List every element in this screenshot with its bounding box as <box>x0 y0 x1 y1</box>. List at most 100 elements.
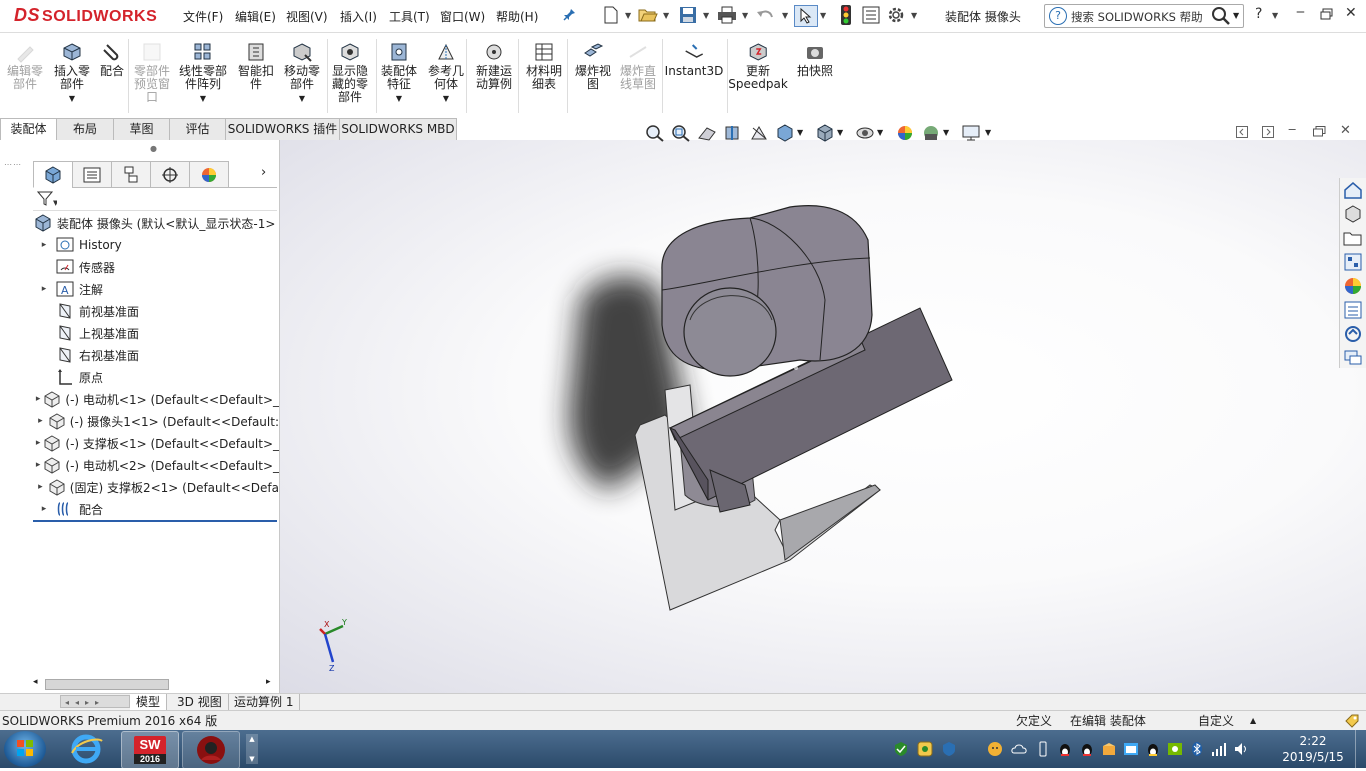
scroll-right-icon[interactable]: ▸ <box>266 677 271 687</box>
menu-window[interactable]: 窗口(W) <box>440 8 485 25</box>
cmd-snapshot-button[interactable]: 拍快照 <box>797 41 833 78</box>
cmd-component-preview-button[interactable]: 零部件 预览窗 口 <box>134 41 170 104</box>
tree-horizontal-scrollbar[interactable]: ◂ ▸ <box>33 677 277 691</box>
cmd-dropdown-icon[interactable]: ▼ <box>396 92 402 105</box>
expand-arrow-icon[interactable]: ▸ <box>33 460 43 470</box>
print-dropdown-icon[interactable]: ▼ <box>742 11 748 20</box>
help-search-input[interactable]: ? 搜索 SOLIDWORKS 帮助 ▼ <box>1044 4 1244 28</box>
show-desktop-button[interactable] <box>1355 730 1366 768</box>
cmd-show-hidden-button[interactable]: 显示隐 藏的零 部件 <box>332 41 368 104</box>
chat-tray-icon[interactable] <box>1145 741 1161 757</box>
undo-icon[interactable] <box>755 5 777 25</box>
menu-insert[interactable]: 插入(I) <box>340 8 377 25</box>
cmd-linear-pattern-button[interactable]: 线性零部 件阵列 ▼ <box>179 41 227 105</box>
cmd-dropdown-icon[interactable]: ▼ <box>69 92 75 105</box>
device-tray-icon[interactable] <box>1035 741 1051 757</box>
display-style-dropdown-icon[interactable]: ▼ <box>837 128 843 137</box>
rebuild-traffic-light-icon[interactable] <box>835 5 857 25</box>
graphics-area[interactable]: Y X Z <box>280 140 1366 693</box>
solidworks-logo[interactable]: DS SOLIDWORKS <box>14 5 157 26</box>
undo-dropdown-icon[interactable]: ▼ <box>782 11 788 20</box>
tree-item[interactable]: ▸ (-) 摄像头1<1> (Default<<Default: <box>33 410 279 432</box>
tab-model[interactable]: 模型 <box>130 694 168 710</box>
expand-arrow-icon[interactable]: ▸ <box>33 284 55 294</box>
save-dropdown-icon[interactable]: ▼ <box>703 11 709 20</box>
viewport-minimize-icon[interactable]: ‒ <box>1288 122 1296 137</box>
expand-arrow-icon[interactable]: ▸ <box>33 482 48 492</box>
view-orientation-dropdown-icon[interactable]: ▼ <box>797 128 803 137</box>
dynamic-annotation-icon[interactable] <box>749 124 769 145</box>
tree-item[interactable]: ▸ A 注解 <box>33 278 279 300</box>
save-icon[interactable] <box>677 5 699 25</box>
cmd-dropdown-icon[interactable]: ▼ <box>443 92 449 105</box>
options-gear-icon[interactable] <box>885 5 907 25</box>
system-clock[interactable]: 2:22 2019/5/15 <box>1278 733 1348 765</box>
expand-arrow-icon[interactable]: ▸ <box>33 394 43 404</box>
apply-scene-dropdown-icon[interactable]: ▼ <box>943 128 949 137</box>
menu-help[interactable]: 帮助(H) <box>496 8 538 25</box>
scroll-left-icon[interactable]: ◂ <box>33 677 38 687</box>
feature-manager-tab-icon[interactable] <box>33 161 73 188</box>
file-properties-icon[interactable] <box>860 5 882 25</box>
panel-tabs-scroll-right-icon[interactable]: › <box>261 165 266 180</box>
cmd-insert-component-button[interactable]: 插入零 部件 ▼ <box>54 41 90 105</box>
cmd-instant3d-button[interactable]: Instant3D <box>665 41 723 78</box>
apply-scene-icon[interactable] <box>921 124 941 145</box>
window-tray-icon[interactable] <box>1123 741 1139 757</box>
viewport-close-icon[interactable]: ✕ <box>1340 123 1351 138</box>
restore-icon[interactable] <box>1320 8 1333 20</box>
volume-tray-icon[interactable] <box>1233 741 1249 757</box>
security-shield-tray-icon[interactable] <box>893 741 909 757</box>
tab-3d-views[interactable]: 3D 视图 <box>171 694 229 710</box>
panel-collapse-dot-icon[interactable]: ● <box>150 144 157 153</box>
cmd-dropdown-icon[interactable]: ▼ <box>299 92 305 105</box>
expand-arrow-icon[interactable]: ▸ <box>33 416 48 426</box>
cmd-exploded-view-button[interactable]: 爆炸视 图 <box>575 41 611 91</box>
cmd-speedpak-button[interactable]: 更新 Speedpak <box>728 41 788 91</box>
network-shield-tray-icon[interactable] <box>941 741 957 757</box>
tree-item[interactable]: ▸ (-) 支撑板<1> (Default<<Default>_ <box>33 432 279 454</box>
view-settings-dropdown-icon[interactable]: ▼ <box>985 128 991 137</box>
help-menu-button[interactable]: ? <box>1255 6 1262 22</box>
cmd-reference-geometry-button[interactable]: 参考几 何体 ▼ <box>428 41 464 105</box>
tab-motion-study-1[interactable]: 运动算例 1 <box>228 694 301 710</box>
help-dropdown-icon[interactable]: ▼ <box>1272 11 1278 20</box>
taskbar-scroll-icon[interactable]: ▲ ▼ <box>246 734 258 764</box>
zoom-to-fit-icon[interactable] <box>645 124 665 145</box>
assembly-model[interactable] <box>280 140 1366 693</box>
open-dropdown-icon[interactable]: ▼ <box>663 11 669 20</box>
solidworks-forum-icon[interactable] <box>1343 324 1363 344</box>
new-dropdown-icon[interactable]: ▼ <box>625 11 631 20</box>
filter-funnel-icon[interactable]: ▼ <box>36 191 59 210</box>
new-document-icon[interactable] <box>600 5 622 25</box>
cmd-assembly-features-button[interactable]: 装配体 特征 ▼ <box>381 41 417 105</box>
tree-item[interactable]: ▸ (-) 电动机<2> (Default<<Default>_ <box>33 454 279 476</box>
tree-item[interactable]: 上视基准面 <box>33 322 279 344</box>
menu-edit[interactable]: 编辑(E) <box>235 8 276 25</box>
cmd-smart-fasteners-button[interactable]: 智能扣 件 <box>238 41 274 91</box>
cmd-new-motion-study-button[interactable]: 新建运 动算例 <box>476 41 512 91</box>
tab-assembly[interactable]: 装配体 <box>0 118 57 140</box>
open-folder-icon[interactable] <box>637 5 659 25</box>
expand-arrow-icon[interactable]: ▸ <box>33 240 55 250</box>
expand-arrow-icon[interactable]: ▸ <box>33 438 43 448</box>
start-button-icon[interactable] <box>4 731 46 767</box>
cmd-move-component-button[interactable]: 移动零 部件 ▼ <box>284 41 320 105</box>
custom-properties-icon[interactable] <box>1343 300 1363 320</box>
package-tray-icon[interactable] <box>1101 741 1117 757</box>
close-icon[interactable]: ✕ <box>1345 5 1357 21</box>
edit-appearance-icon[interactable] <box>895 124 915 145</box>
menu-view[interactable]: 视图(V) <box>286 8 328 25</box>
appearances-scenes-icon[interactable] <box>1343 276 1363 296</box>
view-settings-icon[interactable] <box>961 124 981 145</box>
menu-file[interactable]: 文件(F) <box>183 8 223 25</box>
pin-icon[interactable] <box>558 5 580 25</box>
tree-item[interactable]: 原点 <box>33 366 279 388</box>
tree-item[interactable]: ▸ 配合 <box>33 498 279 520</box>
solidworks-resources-home-icon[interactable] <box>1343 180 1363 200</box>
units-dropdown-icon[interactable]: ▲ <box>1250 711 1256 731</box>
minimize-icon[interactable]: ‒ <box>1296 4 1305 20</box>
tree-root-assembly[interactable]: 装配体 摄像头 (默认<默认_显示状态-1> <box>33 212 279 234</box>
tab-scroll-arrows[interactable]: ◂◂▸▸ <box>60 695 130 708</box>
hide-show-items-icon[interactable] <box>855 124 875 145</box>
